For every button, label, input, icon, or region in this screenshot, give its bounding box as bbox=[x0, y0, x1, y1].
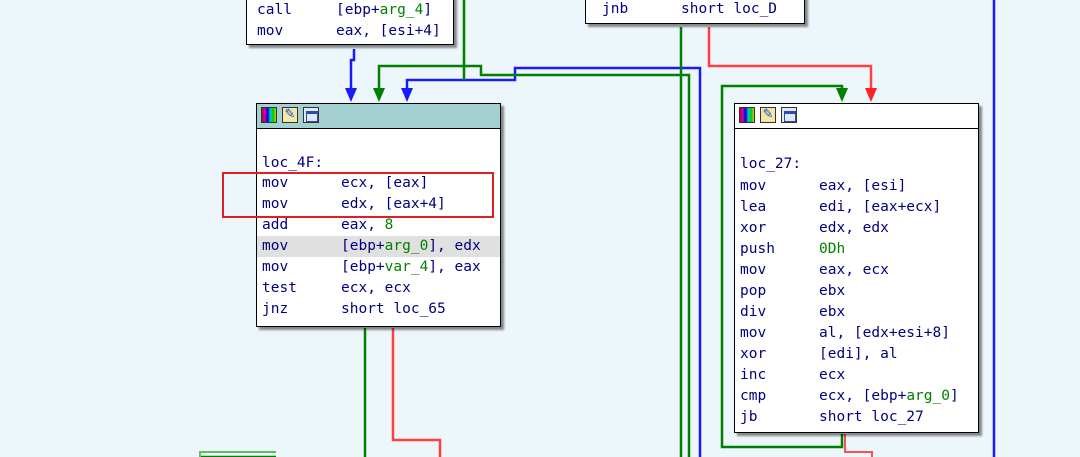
instruction-list: jnb short loc_D bbox=[586, 0, 804, 20]
arrowhead-red-1 bbox=[865, 88, 877, 102]
immediate-value: 0Dh bbox=[819, 241, 846, 257]
operand: [ebp+ bbox=[341, 259, 385, 275]
annotation-highlight-box bbox=[222, 172, 494, 218]
edge-exit-red bbox=[844, 434, 873, 457]
mnemonic: add bbox=[262, 217, 289, 233]
operand: ecx, ecx bbox=[341, 280, 411, 296]
arrowhead-blue-1 bbox=[345, 88, 357, 102]
block-header: ✎ bbox=[735, 104, 978, 129]
mnemonic: push bbox=[740, 241, 775, 257]
arrowhead-blue-2 bbox=[401, 88, 413, 102]
operand: short loc_65 bbox=[341, 301, 446, 317]
instruction-line[interactable]: jnb short loc_D bbox=[586, 0, 804, 20]
code-block-top-right[interactable]: jnb short loc_D bbox=[585, 0, 805, 24]
instruction-line[interactable]: mov eax, [esi] bbox=[735, 176, 978, 197]
instruction-line[interactable]: xor edx, edx bbox=[735, 218, 978, 239]
edge-red-2 bbox=[391, 328, 442, 457]
instruction-list: call [ebp+arg_4] mov eax, [esi+4] bbox=[247, 0, 453, 42]
instruction-line[interactable]: lea edi, [eax+ecx] bbox=[735, 197, 978, 218]
instruction-line[interactable]: inc ecx bbox=[735, 365, 978, 386]
operand: edi, [eax+ecx] bbox=[819, 199, 942, 215]
operand: short loc_27 bbox=[819, 409, 924, 425]
instruction-line[interactable]: div ebx bbox=[735, 302, 978, 323]
mnemonic: mov bbox=[740, 262, 767, 278]
operand-tail: ], edx bbox=[428, 238, 481, 254]
instruction-rows: mov eax, [esi] lea edi, [eax+ecx] xor edx, … bbox=[735, 176, 978, 428]
instruction-line-highlighted[interactable]: mov [ebp+arg_0], edx bbox=[257, 236, 500, 257]
graph-view-icon[interactable] bbox=[781, 107, 797, 123]
mnemonic: pop bbox=[740, 283, 767, 299]
instruction-line[interactable]: mov [ebp+var_4], eax bbox=[257, 257, 500, 278]
instruction-line[interactable]: mov al, [edx+esi+8] bbox=[735, 323, 978, 344]
graph-view-icon[interactable] bbox=[303, 107, 319, 123]
instruction-line[interactable]: mov eax, [esi+4] bbox=[247, 21, 453, 42]
code-block-top-left[interactable]: call [ebp+arg_4] mov eax, [esi+4] bbox=[246, 0, 454, 45]
operand: eax, [esi+4] bbox=[336, 23, 441, 39]
instruction-line[interactable]: cmp ecx, [ebp+arg_0] bbox=[735, 386, 978, 407]
mnemonic: xor bbox=[740, 346, 767, 362]
instruction-line[interactable]: pop ebx bbox=[735, 281, 978, 302]
instruction-line[interactable]: jb short loc_27 bbox=[735, 407, 978, 428]
instruction-line[interactable]: call [ebp+arg_4] bbox=[247, 0, 453, 21]
instruction-line[interactable]: test ecx, ecx bbox=[257, 278, 500, 299]
symbol[interactable]: arg_4 bbox=[380, 2, 424, 18]
mnemonic: xor bbox=[740, 220, 767, 236]
instruction-list: loc_4F: bbox=[257, 129, 500, 171]
operand: eax, ecx bbox=[819, 262, 889, 278]
instruction-line[interactable]: xor [edi], al bbox=[735, 344, 978, 365]
mnemonic: lea bbox=[740, 199, 767, 215]
operand: ecx bbox=[819, 367, 846, 383]
color-palette-icon[interactable] bbox=[261, 107, 277, 123]
mnemonic: mov bbox=[257, 23, 284, 39]
operand: ecx, [ebp+ bbox=[819, 388, 907, 404]
mnemonic: mov bbox=[262, 238, 289, 254]
symbol[interactable]: arg_0 bbox=[385, 238, 429, 254]
instruction-line[interactable]: mov eax, ecx bbox=[735, 260, 978, 281]
mnemonic: jnb bbox=[602, 1, 629, 17]
operand-tail: ] bbox=[423, 2, 433, 18]
operand: ebx bbox=[819, 283, 846, 299]
color-palette-icon[interactable] bbox=[739, 107, 755, 123]
symbol[interactable]: var_4 bbox=[385, 259, 429, 275]
mnemonic: call bbox=[257, 2, 292, 18]
operand: ebx bbox=[819, 304, 846, 320]
edge-call-to-loc4f bbox=[349, 49, 356, 90]
instruction-line[interactable]: jnz short loc_65 bbox=[257, 299, 500, 320]
mnemonic: mov bbox=[262, 259, 289, 275]
immediate-value: 8 bbox=[384, 217, 394, 233]
operand: [ebp+ bbox=[341, 238, 385, 254]
instruction-line[interactable]: add eax, 8 bbox=[257, 215, 500, 236]
operand: [edi], al bbox=[819, 346, 898, 362]
operand-tail: ] bbox=[949, 388, 959, 404]
mnemonic: test bbox=[262, 280, 297, 296]
symbol[interactable]: arg_0 bbox=[906, 388, 950, 404]
mnemonic: inc bbox=[740, 367, 767, 383]
rename-icon[interactable]: ✎ bbox=[760, 107, 776, 123]
arrowhead-green-1 bbox=[373, 88, 385, 102]
operand: [ebp+ bbox=[336, 2, 380, 18]
mnemonic: mov bbox=[740, 325, 767, 341]
code-block-loc-27[interactable]: ✎ loc_27: mov eax, [esi] lea edi, [eax+ecx… bbox=[734, 103, 979, 433]
operand: al, [edx+esi+8] bbox=[819, 325, 950, 341]
mnemonic: mov bbox=[740, 178, 767, 194]
operand-tail: ], eax bbox=[428, 259, 481, 275]
block-label[interactable]: loc_27: bbox=[735, 156, 801, 173]
instruction-line[interactable]: push 0Dh bbox=[735, 239, 978, 260]
edge-red-1 bbox=[707, 27, 873, 90]
block-label[interactable]: loc_4F: bbox=[257, 155, 323, 172]
operand: eax, [esi] bbox=[819, 178, 907, 194]
mnemonic: cmp bbox=[740, 388, 767, 404]
arrowhead-green-2 bbox=[836, 88, 848, 102]
operand: short loc_D bbox=[681, 1, 778, 17]
operand: edx, edx bbox=[819, 220, 889, 236]
rename-icon[interactable]: ✎ bbox=[282, 107, 298, 123]
mnemonic: jnz bbox=[262, 301, 289, 317]
mnemonic: div bbox=[740, 304, 767, 320]
block-header: ✎ bbox=[257, 104, 500, 129]
operand: eax, bbox=[341, 217, 385, 233]
mnemonic: jb bbox=[740, 409, 758, 425]
